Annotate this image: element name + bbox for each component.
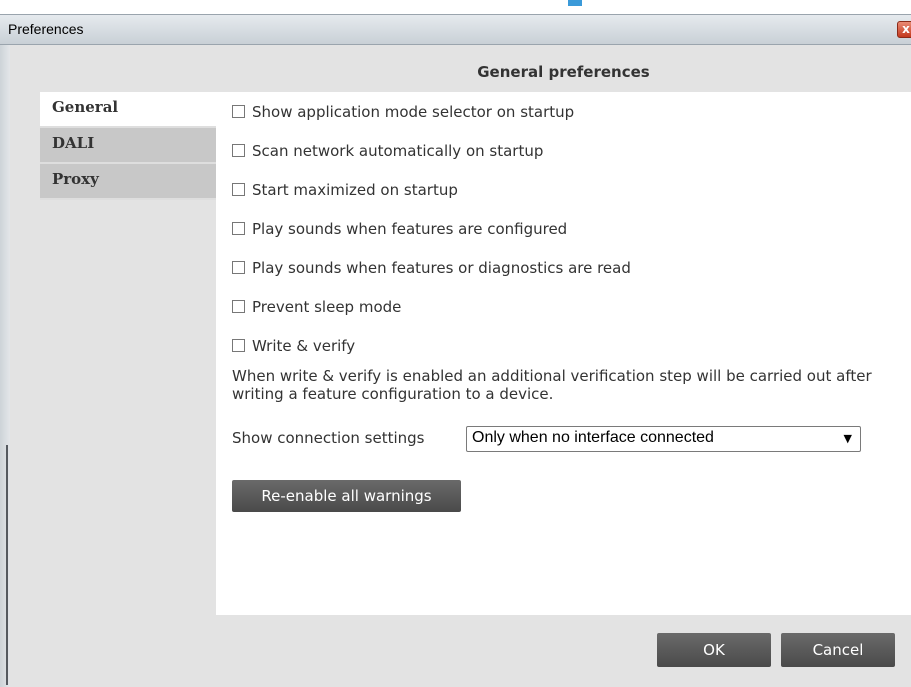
select-value: Only when no interface connected <box>472 429 714 446</box>
reenable-warnings-button[interactable]: Re-enable all warnings <box>232 480 461 512</box>
nav-item-proxy[interactable]: Proxy <box>40 164 216 200</box>
option-start-maximized[interactable]: Start maximized on startup <box>232 179 458 201</box>
option-scan-network[interactable]: Scan network automatically on startup <box>232 140 543 162</box>
background-accent <box>568 0 582 6</box>
option-show-mode-selector[interactable]: Show application mode selector on startu… <box>232 101 574 123</box>
dropdown-arrow-icon: ▼ <box>843 432 852 445</box>
checkbox[interactable] <box>232 222 245 235</box>
nav-item-dali[interactable]: DALI <box>40 128 216 164</box>
close-button[interactable]: x <box>897 21 911 38</box>
option-label: Play sounds when features are configured <box>252 220 568 238</box>
preferences-nav: General DALI Proxy <box>40 92 216 200</box>
checkbox[interactable] <box>232 105 245 118</box>
option-sounds-configured[interactable]: Play sounds when features are configured <box>232 218 567 240</box>
nav-item-label: DALI <box>52 134 95 152</box>
option-label: Scan network automatically on startup <box>252 142 544 160</box>
option-label: Show application mode selector on startu… <box>252 103 575 121</box>
background-strip <box>0 0 911 14</box>
general-preferences-panel: Show application mode selector on startu… <box>216 92 911 615</box>
option-label: Start maximized on startup <box>252 181 458 199</box>
checkbox[interactable] <box>232 144 245 157</box>
title-bar[interactable]: Preferences x <box>0 15 911 45</box>
write-verify-description: When write & verify is enabled an additi… <box>232 367 872 403</box>
checkbox[interactable] <box>232 339 245 352</box>
option-label: Play sounds when features or diagnostics… <box>252 259 631 277</box>
window-title: Preferences <box>8 21 84 37</box>
checkbox[interactable] <box>232 300 245 313</box>
option-sounds-read[interactable]: Play sounds when features or diagnostics… <box>232 257 631 279</box>
connection-settings-select[interactable]: Only when no interface connected ▼ <box>466 426 861 452</box>
option-label: Prevent sleep mode <box>252 298 402 316</box>
section-heading: General preferences <box>477 63 650 81</box>
nav-item-label: General <box>52 98 119 116</box>
option-prevent-sleep[interactable]: Prevent sleep mode <box>232 296 401 318</box>
checkbox[interactable] <box>232 261 245 274</box>
ok-button[interactable]: OK <box>657 633 771 667</box>
connection-settings-label: Show connection settings <box>232 429 425 447</box>
option-write-verify[interactable]: Write & verify <box>232 335 355 357</box>
cancel-button[interactable]: Cancel <box>781 633 895 667</box>
nav-item-general[interactable]: General <box>40 92 216 128</box>
option-label: Write & verify <box>252 337 356 355</box>
frame-divider <box>6 445 8 685</box>
checkbox[interactable] <box>232 183 245 196</box>
dialog-content: General preferences General DALI Proxy S… <box>10 45 911 687</box>
nav-item-label: Proxy <box>52 170 99 188</box>
window-frame-left <box>0 45 10 687</box>
preferences-dialog: Preferences x General preferences Genera… <box>0 14 911 687</box>
close-icon: x <box>902 22 910 36</box>
